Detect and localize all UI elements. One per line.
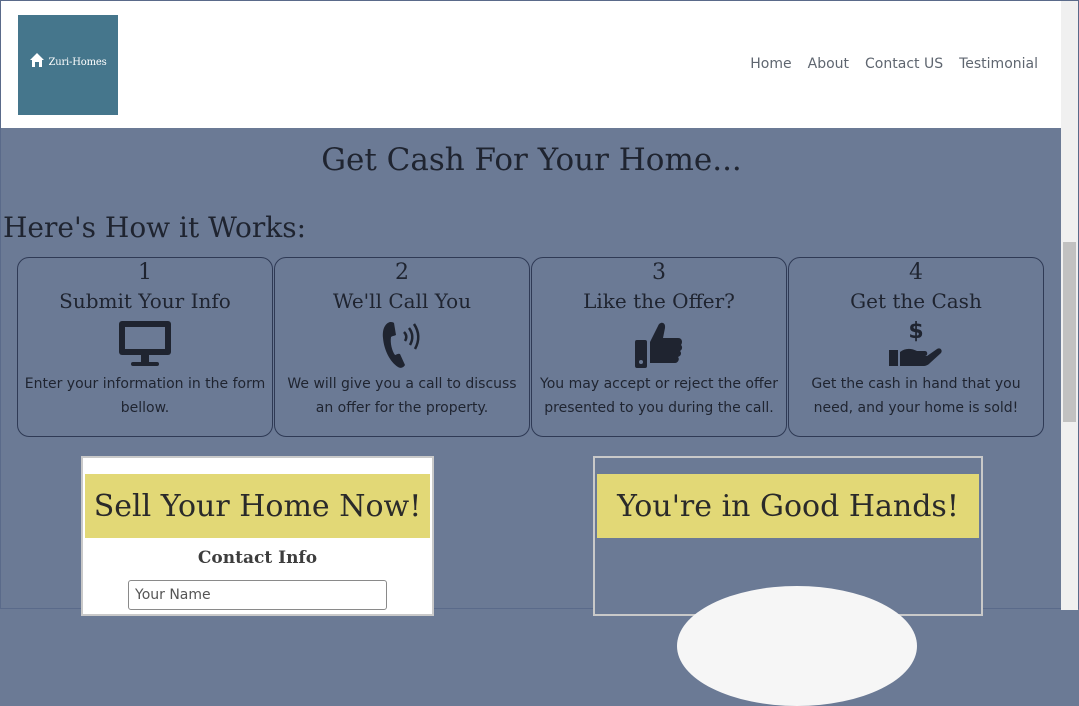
sell-home-card: Sell Your Home Now! Contact Info Your Na… [81,456,434,616]
step-card-4: 4 Get the Cash $ Get the cash in hand th… [788,257,1044,437]
name-input[interactable]: Your Name [128,580,387,610]
hero-title: Get Cash For Your Home... [321,142,742,178]
how-it-works-title: Here's How it Works: [3,211,307,244]
photo-image [677,586,917,706]
phone-icon [275,316,529,372]
svg-text:$: $ [908,319,923,344]
step-description: You may accept or reject the offer prese… [540,376,778,416]
step-card-1: 1 Submit Your Info Enter your informatio… [17,257,273,437]
contact-info-heading: Contact Info [197,548,318,568]
scrollbar[interactable] [1061,1,1078,610]
step-description: Enter your information in the form bello… [24,376,266,416]
scrollbar-thumb[interactable] [1063,242,1076,422]
nav-about[interactable]: About [808,56,849,72]
step-title: Like the Offer? [583,289,735,313]
good-hands-banner: You're in Good Hands! [597,474,979,538]
logo-text: Zuri-Homes [48,56,107,68]
site-header: Zuri-Homes Home About Contact US Testimo… [1,1,1062,128]
step-number: 4 [909,260,923,285]
step-number: 3 [652,260,666,285]
step-title: Get the Cash [850,289,982,313]
hand-dollar-icon: $ [789,316,1043,372]
nav-testimonial[interactable]: Testimonial [959,56,1038,72]
thumbs-up-icon [532,316,786,372]
step-description: We will give you a call to discuss an of… [287,376,517,416]
step-number: 2 [395,260,409,285]
main-nav: Home About Contact US Testimonial [750,56,1038,72]
good-hands-card: You're in Good Hands! [593,456,983,706]
steps-row: 1 Submit Your Info Enter your informatio… [17,257,1045,437]
nav-contact[interactable]: Contact US [865,56,943,72]
step-description: Get the cash in hand that you need, and … [811,376,1021,416]
step-title: Submit Your Info [59,289,231,313]
step-card-2: 2 We'll Call You We will give you a call… [274,257,530,437]
nav-home[interactable]: Home [750,56,791,72]
step-card-3: 3 Like the Offer? You may accept or reje… [531,257,787,437]
step-number: 1 [138,260,152,285]
logo[interactable]: Zuri-Homes [18,15,118,115]
step-title: We'll Call You [332,289,472,313]
house-icon [29,52,45,72]
monitor-icon [18,316,272,372]
sell-home-banner: Sell Your Home Now! [85,474,430,538]
